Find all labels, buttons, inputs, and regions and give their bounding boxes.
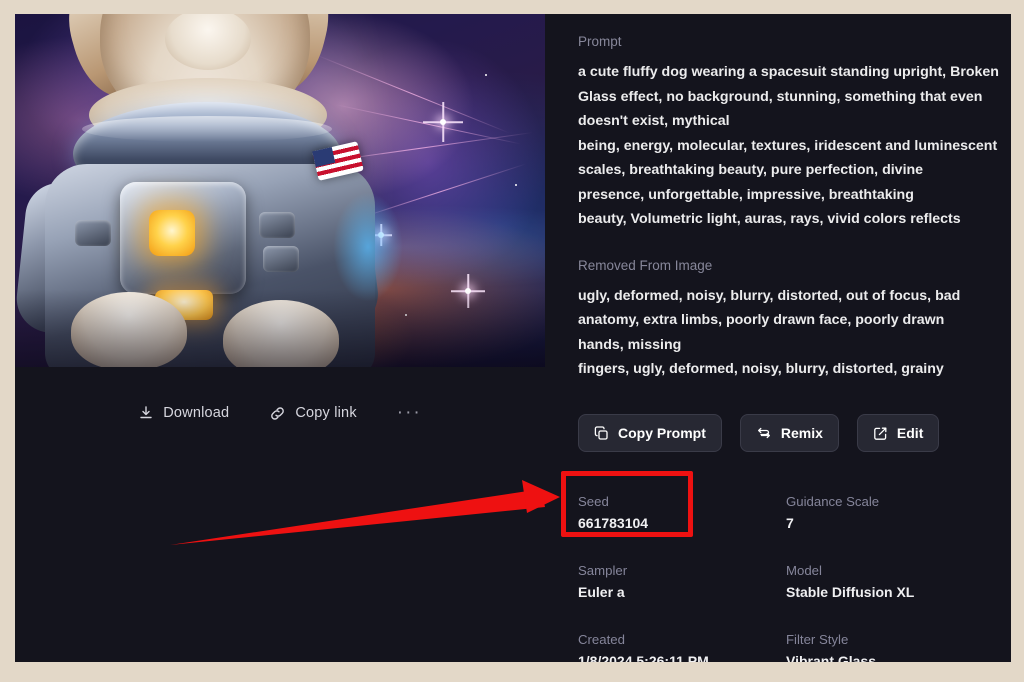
prompt-line: beauty, Volumetric light, auras, rays, v… [578,211,961,227]
copy-prompt-button[interactable]: Copy Prompt [578,414,722,452]
copy-link-label: Copy link [295,405,357,421]
details-column: Prompt a cute fluffy dog wearing a space… [578,34,999,382]
prompt-line: scales, breathtaking beauty, pure perfec… [578,162,924,178]
metadata-value: Euler a [578,584,625,600]
metadata-item-sampler: Sampler Euler a [578,563,786,600]
negative-prompt-line: hands, missing [578,336,682,353]
download-icon [138,405,154,421]
screenshot-root: Download Copy link ··· Prompt a cute flu… [0,0,1024,682]
copy-link-button[interactable]: Copy link [269,405,357,422]
prompt-section: Prompt a cute fluffy dog wearing a space… [578,34,999,232]
prompt-line: Glass effect, no background, stunning, s… [578,88,983,105]
metadata-key: Created [578,632,625,647]
remix-button[interactable]: Remix [739,414,839,452]
image-detail-panel: Download Copy link ··· Prompt a cute flu… [15,14,1011,662]
copy-icon [594,425,609,441]
prompt-line: presence, unforgettable, impressive, bre… [578,186,914,203]
metadata-item-guidance-scale: Guidance Scale 7 [786,494,994,531]
remix-icon [756,425,772,441]
copy-prompt-label: Copy Prompt [618,425,706,441]
prompt-line: a cute fluffy dog wearing a spacesuit st… [578,64,999,80]
generated-image[interactable] [15,14,545,367]
prompt-action-buttons: Copy Prompt Remix Edit [578,414,940,452]
metadata-value: Stable Diffusion XL [786,584,915,600]
metadata-key: Seed [578,494,609,509]
artwork [15,14,545,367]
metadata-value: 661783104 [578,515,649,531]
metadata-value: 1/8/2024 5:26:11 PM [578,653,709,662]
metadata-key: Guidance Scale [786,494,880,509]
prompt-line: being, energy, molecular, textures, irid… [578,137,998,154]
metadata-grid: Seed 661783104 Guidance Scale 7 Sampler … [578,494,998,662]
image-action-bar: Download Copy link ··· [15,394,545,432]
negative-prompt-label: Removed From Image [578,257,713,273]
metadata-item-model: Model Stable Diffusion XL [786,563,994,600]
remix-label: Remix [780,425,823,441]
more-options-button[interactable]: ··· [397,403,422,422]
image-vignette [15,14,545,367]
prompt-line: doesn't exist, mythical [578,113,730,129]
edit-label: Edit [896,425,924,441]
metadata-key: Filter Style [786,632,849,647]
prompt-text: a cute fluffy dog wearing a spacesuit st… [578,60,999,232]
download-label: Download [163,405,230,421]
metadata-item-seed: Seed 661783104 [578,494,786,531]
metadata-item-created: Created 1/8/2024 5:26:11 PM [578,632,786,662]
negative-prompt-text: ugly, deformed, noisy, blurry, distorted… [578,284,998,382]
negative-prompt-line: anatomy, extra limbs, poorly drawn face,… [578,312,945,328]
metadata-key: Model [786,563,822,578]
metadata-value: 7 [786,515,794,531]
edit-icon [873,426,888,441]
edit-button[interactable]: Edit [856,414,940,452]
metadata-key: Sampler [578,563,628,578]
negative-prompt-line: fingers, ugly, deformed, noisy, blurry, … [578,361,944,377]
download-button[interactable]: Download [138,405,229,421]
link-icon [269,405,286,422]
metadata-value: Vibrant Glass [786,653,877,662]
negative-prompt-line: ugly, deformed, noisy, blurry, distorted… [578,287,961,304]
negative-prompt-section: Removed From Image ugly, deformed, noisy… [578,258,998,382]
prompt-label: Prompt [578,34,622,49]
metadata-item-filter-style: Filter Style Vibrant Glass [786,632,994,662]
